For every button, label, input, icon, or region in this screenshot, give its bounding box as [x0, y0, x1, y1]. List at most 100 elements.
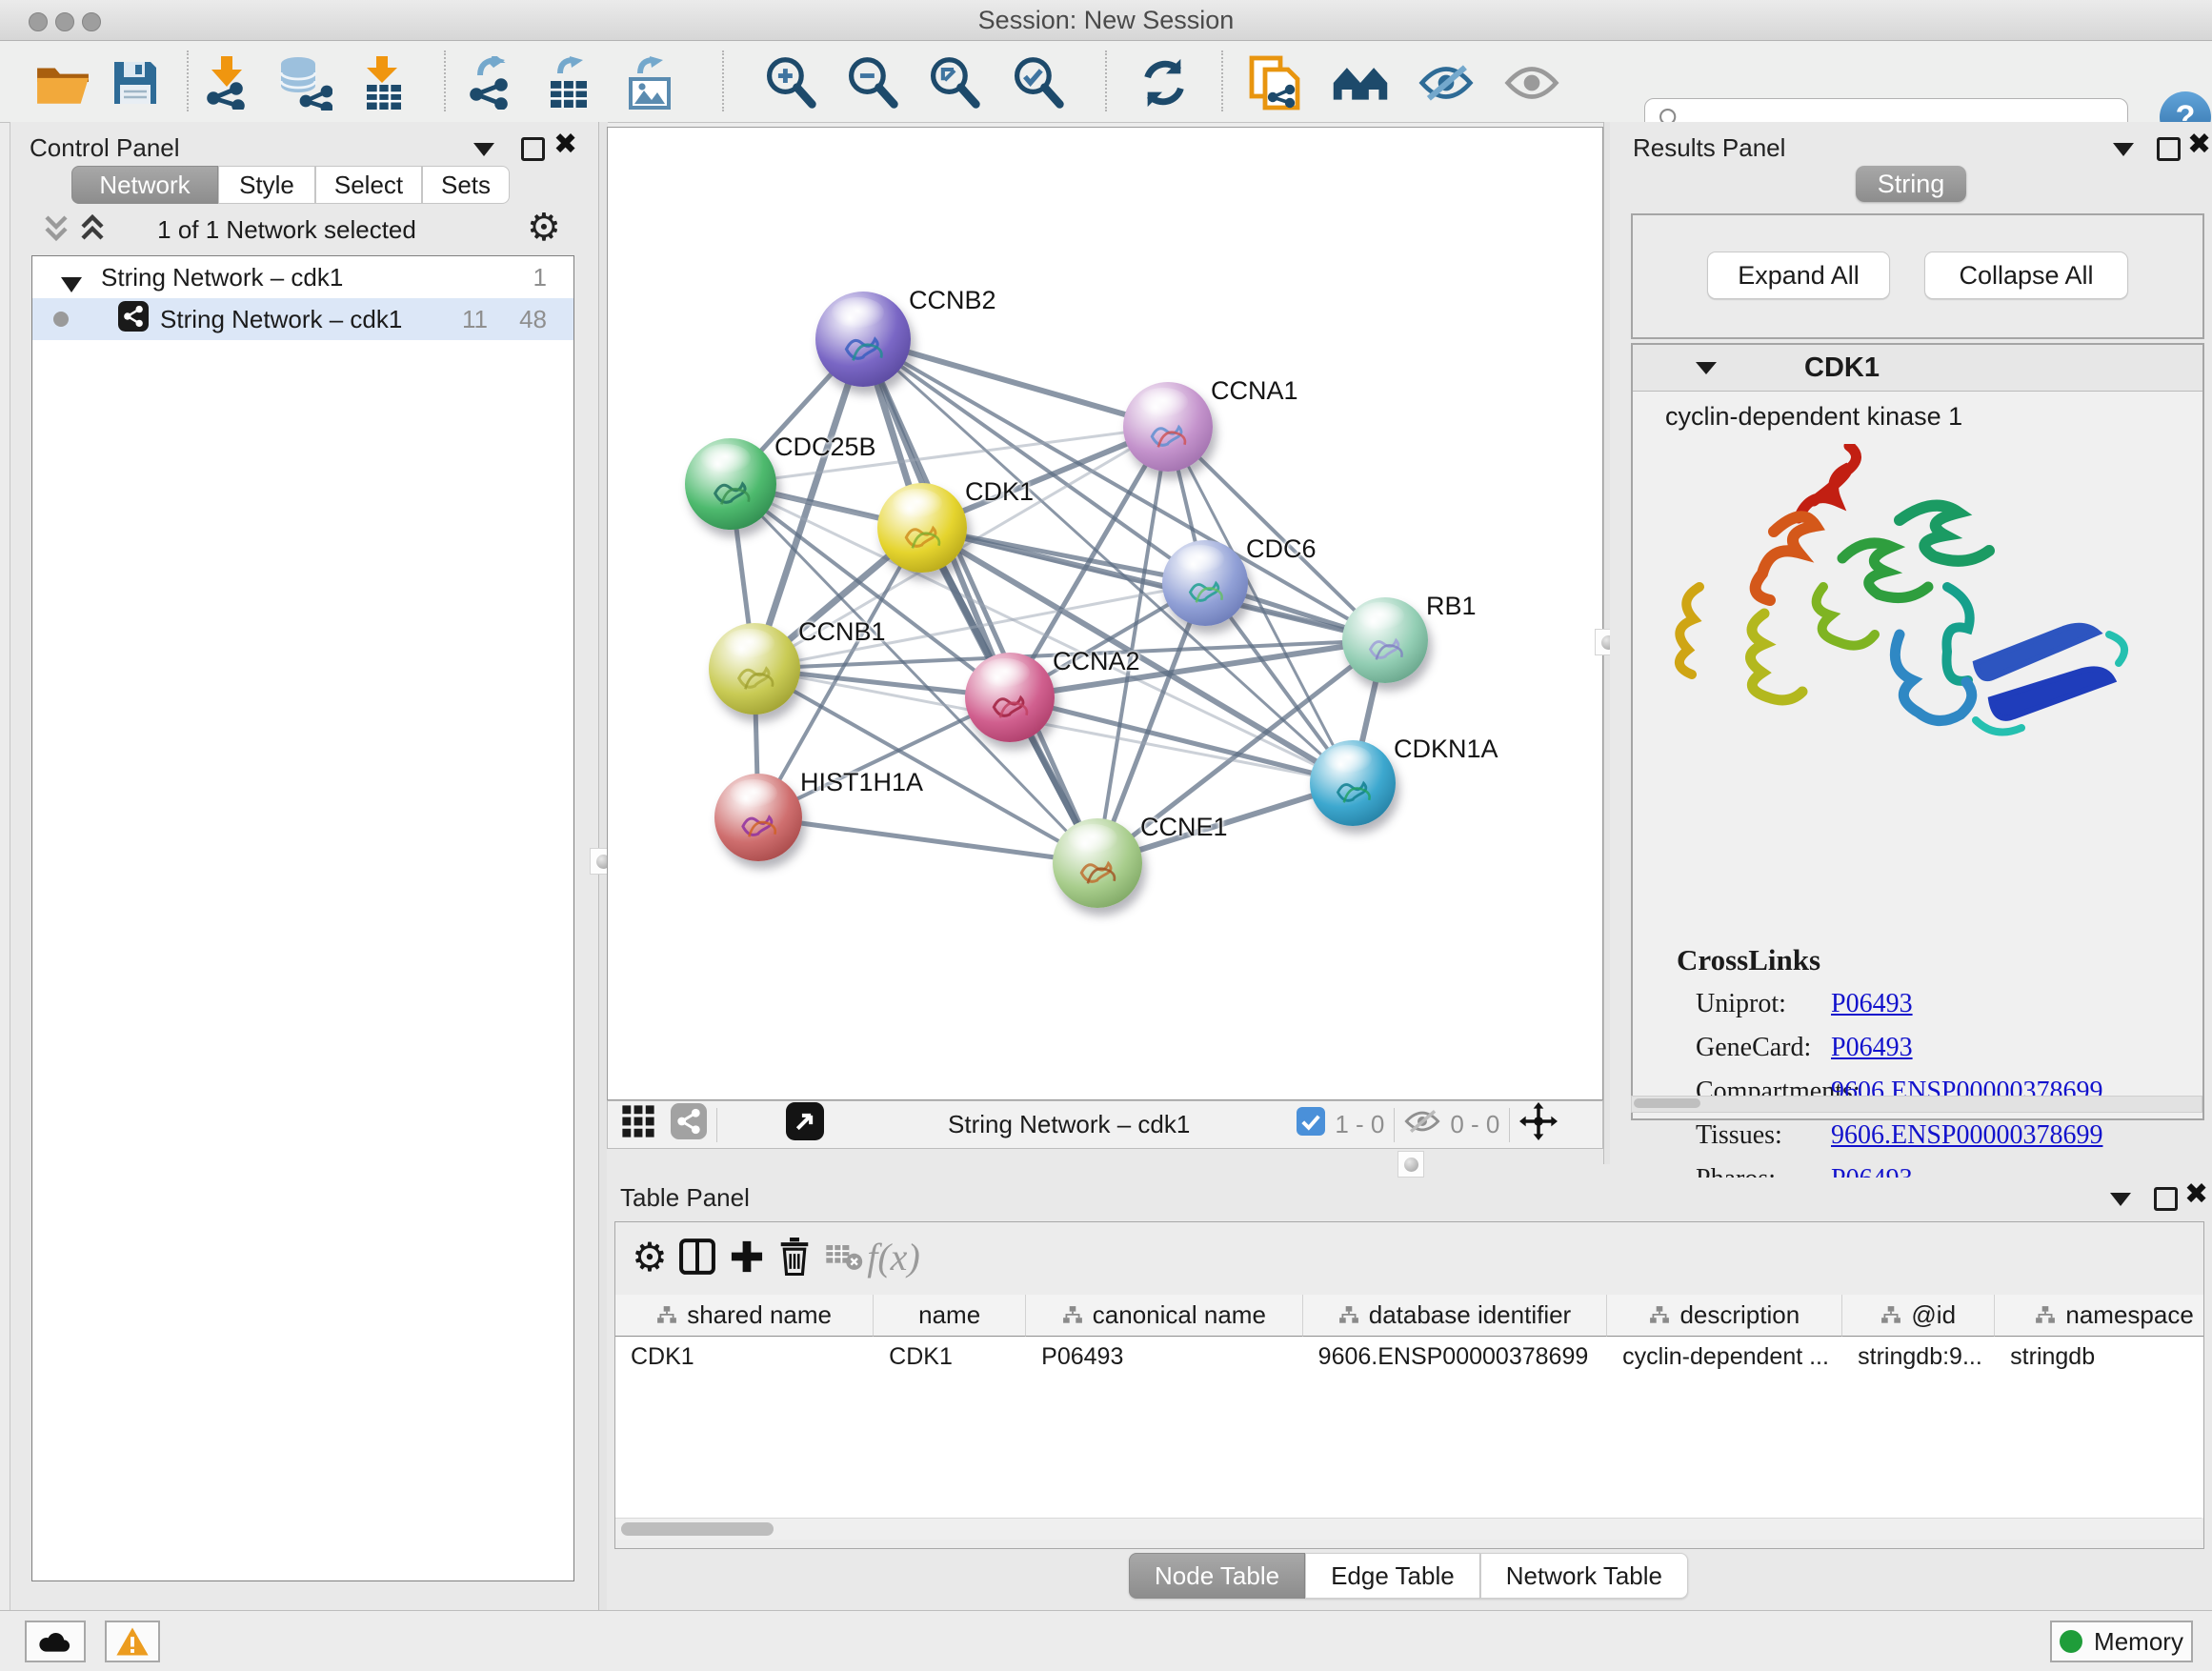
- network-grid-view-icon[interactable]: [621, 1104, 655, 1145]
- panel-menu-icon[interactable]: [2113, 143, 2134, 156]
- cloud-status-icon[interactable]: [25, 1621, 86, 1662]
- refresh-icon[interactable]: [1136, 54, 1193, 111]
- column-header-namespace[interactable]: namespace: [1995, 1295, 2204, 1337]
- network-options-gear-icon[interactable]: ⚙: [527, 206, 561, 250]
- network-node-ccna2[interactable]: [965, 653, 1055, 742]
- network-node-hist1h1a[interactable]: [714, 774, 802, 861]
- panel-menu-icon[interactable]: [473, 143, 494, 156]
- session-files-icon[interactable]: [1246, 54, 1303, 111]
- cell-id[interactable]: stringdb:9...: [1842, 1337, 1995, 1377]
- panel-float-icon[interactable]: [521, 137, 545, 161]
- column-header-id[interactable]: @id: [1842, 1295, 1995, 1337]
- tab-network[interactable]: Network: [71, 166, 218, 204]
- zoom-out-icon[interactable]: [844, 54, 901, 111]
- open-folder-icon[interactable]: [34, 54, 91, 111]
- column-header-name[interactable]: name: [874, 1295, 1026, 1337]
- crosslink-uniprot-link[interactable]: P06493: [1831, 989, 1913, 1019]
- cell-name[interactable]: CDK1: [874, 1337, 1026, 1377]
- home-icon[interactable]: [1332, 54, 1389, 111]
- export-network-icon[interactable]: [463, 54, 520, 111]
- collection-expand-icon[interactable]: [61, 270, 82, 299]
- table-options-gear-icon[interactable]: ⚙: [627, 1234, 673, 1279]
- column-header-database-identifier[interactable]: database identifier: [1303, 1295, 1608, 1337]
- zoom-in-icon[interactable]: [762, 54, 819, 111]
- cell-shared-name[interactable]: CDK1: [615, 1337, 874, 1377]
- fit-content-crosshair-icon[interactable]: [1519, 1102, 1558, 1147]
- panel-float-icon[interactable]: [2154, 1187, 2178, 1211]
- panel-close-icon[interactable]: ✖: [553, 134, 577, 155]
- show-columns-icon[interactable]: [674, 1234, 720, 1279]
- delete-column-trash-icon[interactable]: [772, 1234, 817, 1279]
- panel-close-icon[interactable]: ✖: [2184, 1184, 2208, 1205]
- column-header-canonical-name[interactable]: canonical name: [1026, 1295, 1303, 1337]
- table-scrollbar-thumb[interactable]: [621, 1522, 774, 1536]
- tab-edge-table[interactable]: Edge Table: [1305, 1553, 1480, 1599]
- cell-namespace[interactable]: stringdb: [1995, 1337, 2204, 1377]
- horizontal-splitter-grip[interactable]: [1398, 1151, 1424, 1178]
- cell-canonical-name[interactable]: P06493: [1026, 1337, 1303, 1377]
- network-share-view-icon[interactable]: [671, 1103, 707, 1146]
- table-row[interactable]: CDK1 CDK1 P06493 9606.ENSP00000378699 cy…: [615, 1337, 2204, 1377]
- collapse-all-networks-icon[interactable]: [43, 213, 70, 249]
- network-node-cdc6[interactable]: [1162, 540, 1248, 626]
- expand-all-button[interactable]: Expand All: [1707, 252, 1890, 299]
- export-table-icon[interactable]: [541, 54, 598, 111]
- tab-string[interactable]: String: [1856, 166, 1966, 202]
- table-scrollbar[interactable]: [615, 1518, 2202, 1540]
- show-panels-eye-icon[interactable]: [1503, 54, 1560, 111]
- tab-sets[interactable]: Sets: [422, 166, 510, 204]
- network-node-ccne1[interactable]: [1053, 818, 1142, 908]
- tab-select[interactable]: Select: [315, 166, 422, 204]
- save-session-icon[interactable]: [107, 54, 164, 111]
- crosslink-genecard-link[interactable]: P06493: [1831, 1033, 1913, 1063]
- application-window: Session: New Session: [0, 0, 2212, 1671]
- expand-all-networks-icon[interactable]: [79, 213, 106, 249]
- birdseye-view-icon[interactable]: [786, 1102, 824, 1147]
- cell-description[interactable]: cyclin-dependent ...: [1607, 1337, 1842, 1377]
- hide-panels-eye-slash-icon[interactable]: [1418, 54, 1475, 111]
- network-node-ccnb2[interactable]: [815, 292, 911, 387]
- panel-menu-icon[interactable]: [2110, 1193, 2131, 1206]
- network-node-ccna1[interactable]: [1123, 382, 1213, 472]
- network-view-canvas[interactable]: CCNB2CCNA1CDC25BCDK1CDC6RB1CCNB1CCNA2CDK…: [607, 127, 1603, 1100]
- import-network-icon[interactable]: [198, 54, 255, 111]
- zoom-selected-icon[interactable]: [1010, 54, 1067, 111]
- tab-node-table[interactable]: Node Table: [1129, 1553, 1305, 1599]
- panel-close-icon[interactable]: ✖: [2187, 134, 2211, 155]
- network-node-cdc25b[interactable]: [685, 438, 776, 530]
- selected-count: 1 - 0: [1335, 1110, 1384, 1139]
- node-label-ccnb2: CCNB2: [909, 286, 996, 315]
- panel-float-icon[interactable]: [2157, 137, 2181, 161]
- network-row[interactable]: String Network – cdk1 11 48: [32, 298, 573, 340]
- gene-section-header[interactable]: CDK1: [1633, 345, 2202, 392]
- network-node-ccnb1[interactable]: [709, 623, 800, 715]
- import-network-database-icon[interactable]: [276, 54, 333, 111]
- tab-network-table[interactable]: Network Table: [1480, 1553, 1688, 1599]
- results-scrollbar-thumb[interactable]: [1634, 1098, 1700, 1108]
- crosslink-tissues-link[interactable]: 9606.ENSP00000378699: [1831, 1120, 2102, 1151]
- zoom-fit-icon[interactable]: [926, 54, 983, 111]
- results-scrollbar[interactable]: [1631, 1096, 2202, 1113]
- export-image-icon[interactable]: [621, 54, 678, 111]
- memory-status-button[interactable]: Memory: [2050, 1621, 2193, 1662]
- delete-table-icon[interactable]: [821, 1234, 867, 1279]
- crosslink-label: GeneCard:: [1696, 1033, 1811, 1063]
- network-node-rb1[interactable]: [1342, 597, 1428, 683]
- hidden-eye-slash-icon[interactable]: [1404, 1107, 1440, 1142]
- node-gloss-highlight: [1324, 745, 1372, 773]
- column-header-shared-name[interactable]: shared name: [615, 1295, 874, 1337]
- selected-checkbox-icon[interactable]: [1297, 1107, 1325, 1142]
- create-column-plus-icon[interactable]: [724, 1234, 770, 1279]
- collapse-all-button[interactable]: Collapse All: [1924, 252, 2128, 299]
- collapse-gene-icon[interactable]: [1696, 362, 1717, 374]
- network-node-cdkn1a[interactable]: [1310, 740, 1396, 826]
- function-builder-icon[interactable]: f(x): [871, 1234, 916, 1279]
- tab-style[interactable]: Style: [218, 166, 315, 204]
- footer-separator: [1394, 1108, 1395, 1142]
- network-collection-row[interactable]: String Network – cdk1 1: [32, 256, 573, 298]
- cell-database-identifier[interactable]: 9606.ENSP00000378699: [1303, 1337, 1607, 1377]
- column-header-description[interactable]: description: [1607, 1295, 1842, 1337]
- import-table-icon[interactable]: [354, 54, 412, 111]
- network-node-cdk1[interactable]: [877, 483, 967, 573]
- warning-status-icon[interactable]: [105, 1621, 160, 1662]
